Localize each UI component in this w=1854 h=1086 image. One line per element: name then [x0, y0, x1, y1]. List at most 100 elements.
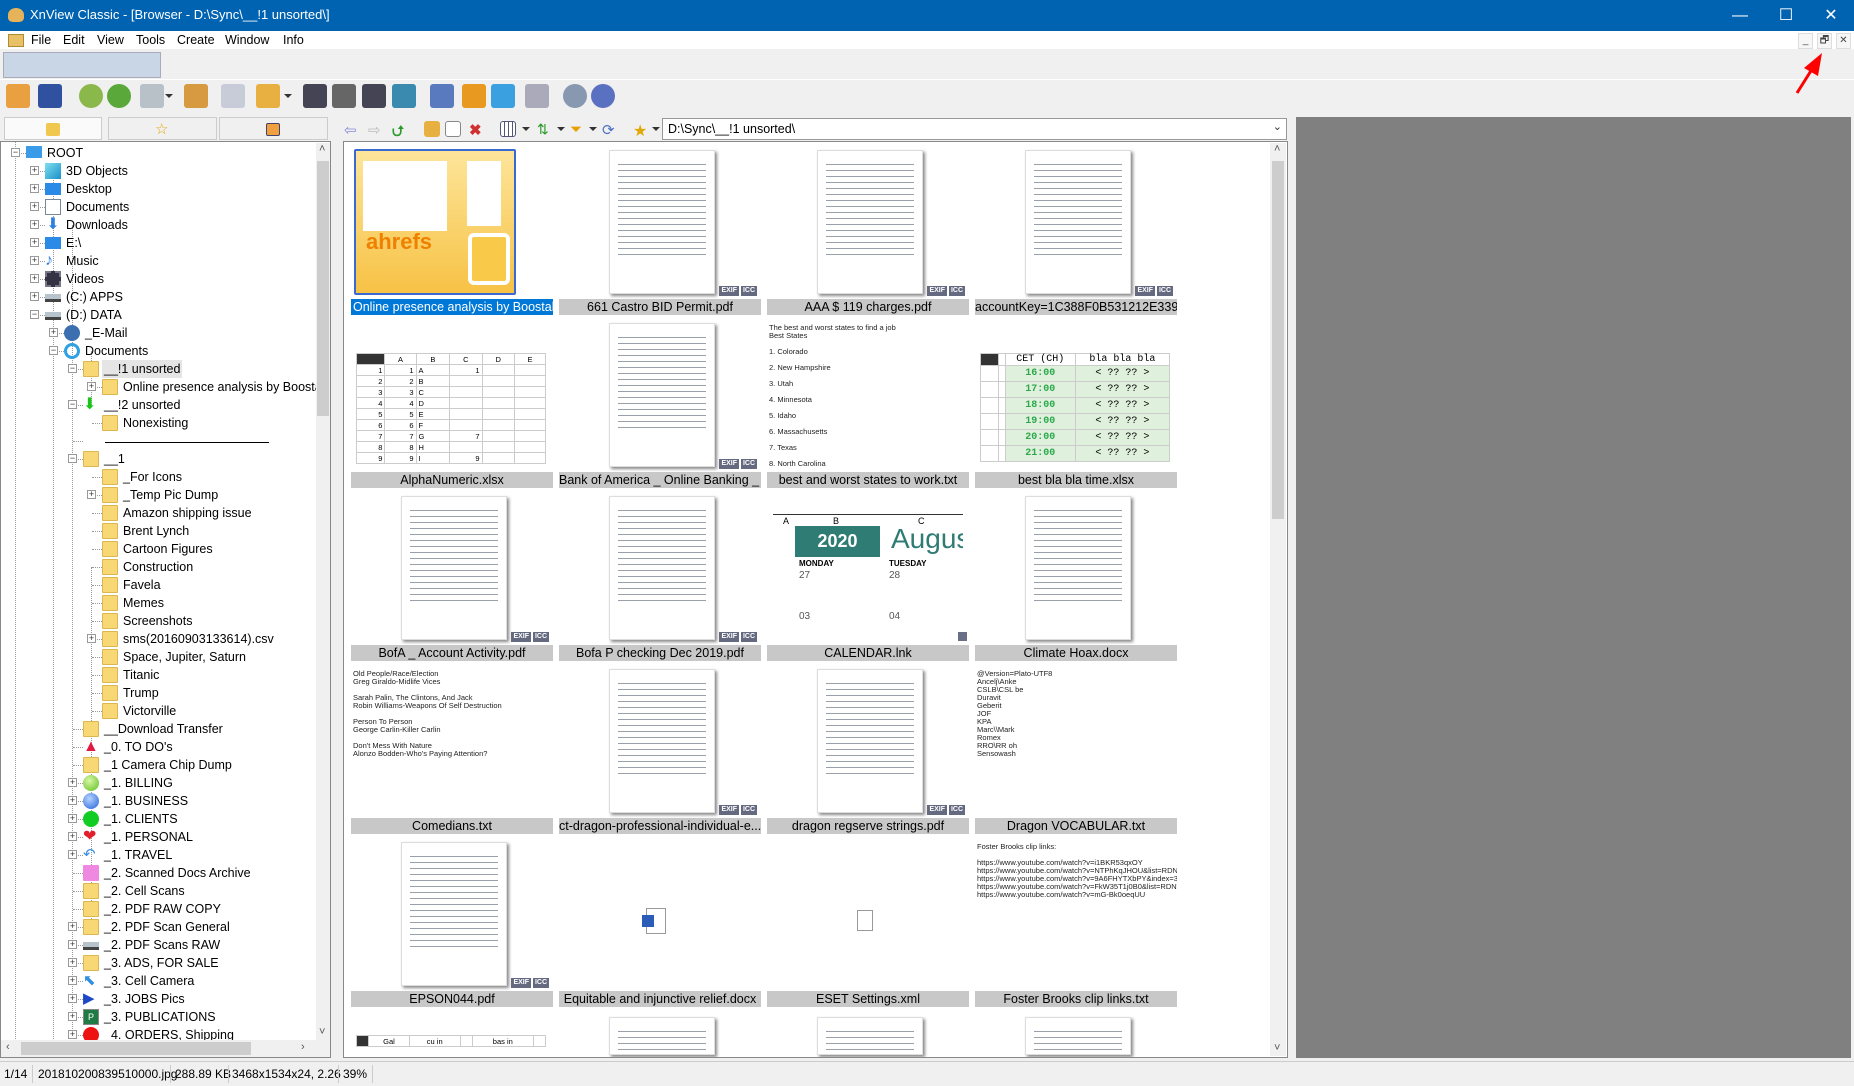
copy-to-dropdown[interactable]	[284, 94, 292, 98]
tree-item[interactable]: + Documents	[1, 198, 317, 216]
menu-window[interactable]: Window	[225, 33, 269, 47]
tree-item[interactable]: + (C:) APPS	[1, 288, 317, 306]
menu-edit[interactable]: Edit	[63, 33, 85, 47]
print-icon[interactable]	[332, 84, 356, 108]
tree-item[interactable]: _2. Scanned Docs Archive	[1, 864, 317, 882]
tree-item[interactable]: __Download Transfer	[1, 720, 317, 738]
convert-icon[interactable]	[140, 84, 164, 108]
scroll-up-icon[interactable]: ˄	[319, 143, 325, 155]
expand-icon[interactable]: +	[30, 256, 39, 265]
copy-to-icon[interactable]	[256, 84, 280, 108]
menu-info[interactable]: Info	[283, 33, 304, 47]
tree-item[interactable]: − (D:) DATA	[1, 306, 317, 324]
back-icon[interactable]: ⇦	[344, 121, 360, 139]
mdi-close-button[interactable]: ✕	[1836, 33, 1851, 49]
filter-icon[interactable]: ⏷	[570, 121, 586, 138]
tree-item[interactable]: _2. PDF RAW COPY	[1, 900, 317, 918]
tree-item[interactable]: + ♪ Music	[1, 252, 317, 270]
scroll-down-icon[interactable]: ˅	[1274, 1042, 1280, 1054]
expand-icon[interactable]: +	[30, 274, 39, 283]
scrollbar-thumb[interactable]	[21, 1042, 251, 1055]
tab-favorites[interactable]: ☆	[108, 117, 217, 140]
collapse-icon[interactable]: −	[68, 454, 77, 463]
tree-item[interactable]: + ⬇ Downloads	[1, 216, 317, 234]
tree-item[interactable]: + ↶ _1. TRAVEL	[1, 846, 317, 864]
tree-item[interactable]: + P _3. PUBLICATIONS	[1, 1008, 317, 1026]
maximize-button[interactable]: ☐	[1763, 0, 1809, 31]
tree-item[interactable]: Favela	[1, 576, 317, 594]
find-icon[interactable]	[303, 84, 327, 108]
tree-item[interactable]: + _Temp Pic Dump	[1, 486, 317, 504]
thumbnail-item[interactable]: EXIF ICC BofA _ Account Activity.pdf	[351, 494, 553, 661]
tree-item[interactable]: + _E-Mail	[1, 324, 317, 342]
tree-item[interactable]: Brent Lynch	[1, 522, 317, 540]
parent-folder-icon[interactable]: ⮍	[392, 121, 408, 140]
web-page-icon[interactable]	[491, 84, 515, 108]
sort-icon[interactable]: ⇅	[537, 121, 553, 137]
favorites-icon[interactable]: ★	[633, 121, 649, 140]
expand-icon[interactable]: +	[87, 490, 96, 499]
thumbnail-item[interactable]: EXIF ICC 661 Castro BID Permit.pdf	[559, 148, 761, 315]
thumbnail-item[interactable]: EXIF ICC ct-dragon-professional-individual…	[559, 667, 761, 834]
thumbnail-item[interactable]: EXIF ICC dragon regserve strings.pdf	[767, 667, 969, 834]
thumbnail-item[interactable]: Gal cu in bas in	[351, 1013, 553, 1055]
tree-item[interactable]: − __1	[1, 450, 317, 468]
splitter[interactable]	[331, 141, 343, 1058]
tree-item[interactable]: − __!1 unsorted	[1, 360, 317, 378]
expand-icon[interactable]: +	[68, 832, 77, 841]
collapse-icon[interactable]: −	[11, 148, 20, 157]
thumbnail-item[interactable]: EXIF ICC Bofa P checking Dec 2019.pdf	[559, 494, 761, 661]
thumbnail-item[interactable]: @Version=Plato-UTF8 Ancelj\Anke CSLB\CSL b…	[975, 667, 1177, 834]
tree-item[interactable]: + _1. BUSINESS	[1, 792, 317, 810]
expand-icon[interactable]: +	[68, 1030, 77, 1039]
rotate-left-icon[interactable]	[79, 84, 103, 108]
tree-horizontal-scrollbar[interactable]: ‹ ›	[1, 1040, 330, 1057]
tree-item[interactable]	[1, 432, 317, 450]
expand-icon[interactable]: +	[68, 940, 77, 949]
tree-item[interactable]: − ROOT	[1, 144, 317, 162]
tree-item[interactable]: Space, Jupiter, Saturn	[1, 648, 317, 666]
tree-item[interactable]: Amazon shipping issue	[1, 504, 317, 522]
thumbnail-item[interactable]: EXIF ICC EPSON044.pdf	[351, 840, 553, 1007]
tree-item[interactable]: Titanic	[1, 666, 317, 684]
scroll-up-icon[interactable]: ˄	[1274, 143, 1280, 155]
tree-item[interactable]: + sms(20160903133614).csv	[1, 630, 317, 648]
scroll-right-icon[interactable]: ›	[301, 1041, 305, 1053]
settings-icon[interactable]	[563, 84, 587, 108]
filter-dropdown[interactable]	[589, 127, 597, 131]
tree-item[interactable]: Victorville	[1, 702, 317, 720]
tree-item[interactable]: Cartoon Figures	[1, 540, 317, 558]
scan-icon[interactable]	[362, 84, 386, 108]
menu-file[interactable]: File	[31, 33, 51, 47]
expand-icon[interactable]: +	[30, 220, 39, 229]
tree-item[interactable]: Construction	[1, 558, 317, 576]
thumbnail-item[interactable]	[767, 1013, 969, 1055]
expand-icon[interactable]: +	[68, 778, 77, 787]
collapse-icon[interactable]: −	[68, 400, 77, 409]
tree-item[interactable]: − Documents	[1, 342, 317, 360]
tree-vertical-scrollbar[interactable]: ˄ ˅	[316, 143, 330, 1040]
mdi-minimize-button[interactable]: _	[1798, 33, 1813, 49]
thumbnail-item[interactable]: A B C D E 1 1 A 1 2 2 B 3 3 C 4 4 D 5 5 E 6 6 F 7 7 G 7 8 8 H 9 9 I 9 Alpha…	[351, 321, 553, 488]
about-icon[interactable]	[591, 84, 615, 108]
thumbnail-item[interactable]: Equitable and injunctive relief.docx	[559, 840, 761, 1007]
scroll-left-icon[interactable]: ‹	[6, 1041, 10, 1053]
view-mode-icon[interactable]	[500, 121, 516, 137]
expand-icon[interactable]: +	[49, 328, 58, 337]
close-button[interactable]: ✕	[1808, 0, 1854, 31]
thumbnail-item[interactable]: EXIFICC accountKey=1C388F0B531212E33906..…	[975, 148, 1177, 315]
thumbnail-item[interactable]: Old People/Race/Election Greg Giraldo-Mid…	[351, 667, 553, 834]
tab-folders[interactable]	[4, 117, 102, 140]
tree-item[interactable]: +3D Objects	[1, 162, 317, 180]
expand-icon[interactable]: +	[68, 850, 77, 859]
tree-item[interactable]: _For Icons	[1, 468, 317, 486]
thumbnail-item[interactable]: Foster Brooks clip links: https://www.you…	[975, 840, 1177, 1007]
menu-tools[interactable]: Tools	[136, 33, 165, 47]
tree-item[interactable]: + Online presence analysis by Boostab	[1, 378, 329, 396]
tree-item[interactable]: + _1. BILLING	[1, 774, 317, 792]
collapse-icon[interactable]: −	[30, 310, 39, 319]
tree-item[interactable]: + _1. CLIENTS	[1, 810, 317, 828]
tab-categories[interactable]	[219, 117, 328, 140]
thumbnail-item[interactable]: CET (CH) bla bla bla 16:00 < ?? ?? >17:00 < …	[975, 321, 1177, 488]
file-info-icon[interactable]	[221, 84, 245, 108]
